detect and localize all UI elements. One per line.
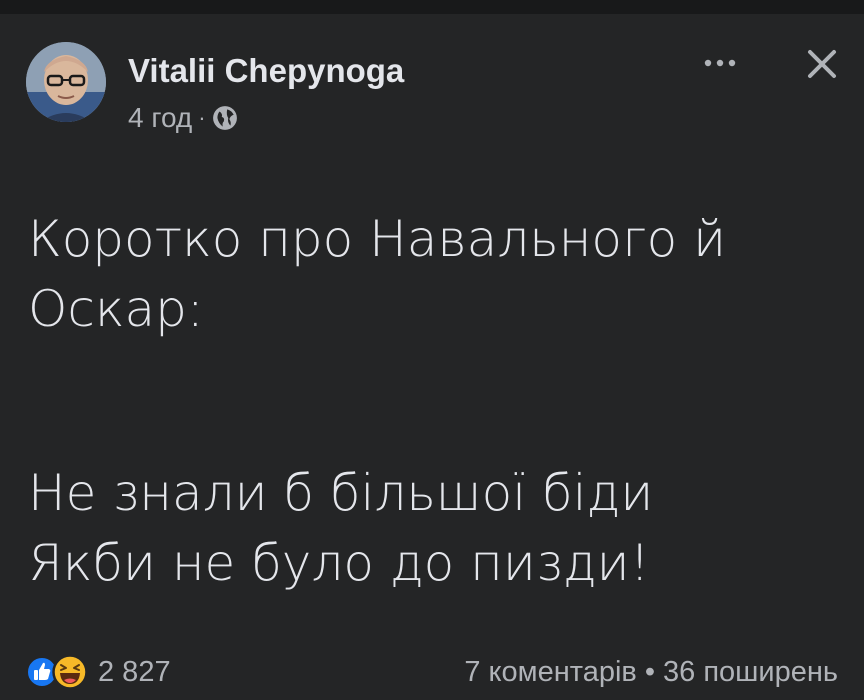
post-line: Не знали б більшої біди [28, 464, 654, 522]
haha-icon [52, 654, 88, 690]
reaction-count: 2 827 [98, 655, 171, 688]
author-name[interactable]: Vitalii Chepynoga [128, 52, 404, 90]
post-meta: 4 год · [128, 102, 238, 134]
avatar-image [26, 42, 106, 122]
post-line: Коротко про Навального й [28, 210, 726, 268]
stats-separator: • [644, 656, 655, 688]
avatar[interactable] [26, 42, 106, 122]
footer-stats: 7 коментарів • 36 поширень [464, 656, 838, 689]
close-icon[interactable] [802, 44, 842, 84]
post-line: Оскар: [28, 280, 204, 338]
post-time[interactable]: 4 год [128, 102, 192, 134]
reaction-icons [26, 654, 90, 690]
meta-separator: · [198, 105, 206, 130]
reactions-summary[interactable]: 2 827 [26, 654, 171, 690]
post-text: Коротко про Навального й Оскар: Не знали… [28, 204, 848, 598]
post-line: Якби не було до пизди! [28, 534, 650, 592]
globe-icon [212, 106, 237, 130]
more-icon[interactable] [696, 48, 744, 78]
shares-count[interactable]: 36 поширень [663, 656, 838, 688]
comments-count[interactable]: 7 коментарів [464, 656, 636, 688]
top-strip [0, 0, 864, 14]
post-card: Vitalii Chepynoga 4 год · Коротко про На… [0, 14, 864, 700]
